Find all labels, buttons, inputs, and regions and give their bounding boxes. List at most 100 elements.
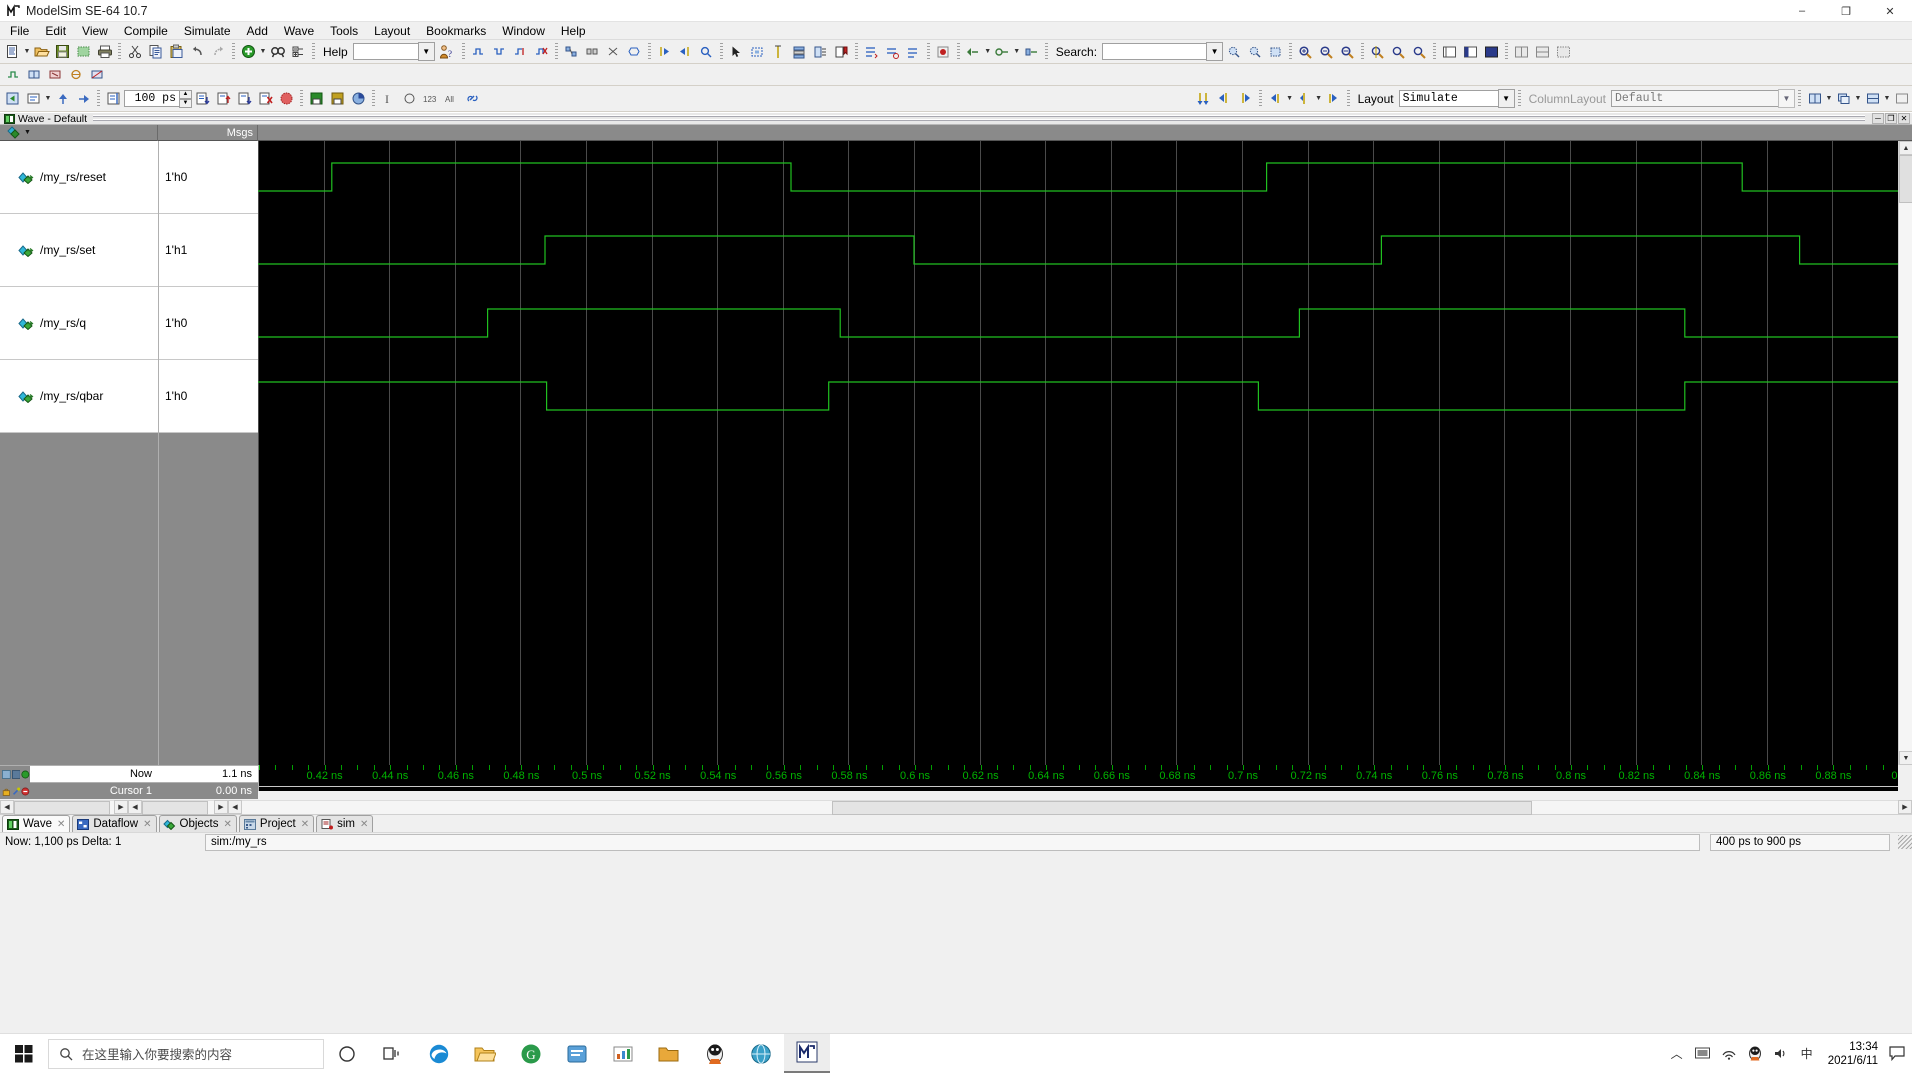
values-scroll-right-icon[interactable]: ▶ xyxy=(214,799,228,814)
tab-dataflow[interactable]: Dataflow ✕ xyxy=(72,815,157,832)
break-icon[interactable] xyxy=(255,89,276,109)
tab-close-icon[interactable]: ✕ xyxy=(301,819,309,830)
menu-item-file[interactable]: File xyxy=(2,23,37,39)
task-view-icon[interactable] xyxy=(370,1034,416,1073)
wave-align-left-icon[interactable] xyxy=(1214,89,1235,109)
wave-scroll-track[interactable] xyxy=(242,799,1898,815)
cursor-prev-icon[interactable] xyxy=(654,42,675,62)
wave-snap-mid-icon[interactable] xyxy=(1294,89,1315,109)
run-length-stepper[interactable]: ▲ ▼ xyxy=(179,89,192,108)
layout-pane-2-icon[interactable] xyxy=(1460,42,1481,62)
bus-icon[interactable] xyxy=(624,42,645,62)
cut-icon[interactable] xyxy=(124,42,145,62)
file-explorer-icon[interactable] xyxy=(462,1034,508,1073)
copy-icon[interactable] xyxy=(145,42,166,62)
paste-icon[interactable] xyxy=(166,42,187,62)
zoom-in-icon[interactable] xyxy=(1295,42,1316,62)
dataset-icon[interactable] xyxy=(306,89,327,109)
flow3-icon[interactable] xyxy=(1021,42,1042,62)
scroll-up-arrow-icon[interactable]: ▲ xyxy=(1899,141,1912,155)
stop-icon[interactable] xyxy=(276,89,297,109)
wave-compare-icon[interactable] xyxy=(789,42,810,62)
values-scroll-thumb[interactable] xyxy=(142,800,208,815)
wave-scroll-left-icon[interactable]: ◀ xyxy=(228,799,242,814)
run-config-icon[interactable] xyxy=(23,89,44,109)
menu-item-layout[interactable]: Layout xyxy=(366,23,418,39)
flow2-dropdown-icon[interactable]: ▼ xyxy=(1013,42,1021,62)
flow-dropdown-icon[interactable]: ▼ xyxy=(984,42,992,62)
wave-scroll-thumb[interactable] xyxy=(832,800,1532,815)
values-scroll-track[interactable] xyxy=(142,799,214,815)
app-blue-icon[interactable] xyxy=(554,1034,600,1073)
zoom-out-icon[interactable] xyxy=(1316,42,1337,62)
wave-delete-icon[interactable] xyxy=(531,42,552,62)
window-cascade-icon[interactable] xyxy=(1833,89,1854,109)
signal-add-icon[interactable] xyxy=(903,42,924,62)
compile-icon[interactable] xyxy=(73,42,94,62)
wave-expand-icon[interactable] xyxy=(810,42,831,62)
tab-project[interactable]: Project ✕ xyxy=(238,815,315,832)
wave-bookmark-icon[interactable] xyxy=(831,42,852,62)
close-button[interactable]: ✕ xyxy=(1868,0,1912,22)
wave-window-gripper[interactable] xyxy=(93,115,1865,122)
cursor-next-icon[interactable] xyxy=(675,42,696,62)
search-prev-icon[interactable] xyxy=(1223,42,1244,62)
add-icon[interactable] xyxy=(238,42,259,62)
taskbar-search-box[interactable]: 在这里输入你要搜索的内容 xyxy=(48,1038,324,1069)
layout-pane-1-icon[interactable] xyxy=(1439,42,1460,62)
window-tile-dropdown-icon[interactable]: ▼ xyxy=(1825,89,1833,109)
all-signals-icon[interactable]: All xyxy=(441,89,462,109)
undo-icon[interactable] xyxy=(187,42,208,62)
wave-snap-right-icon[interactable] xyxy=(1323,89,1344,109)
save-icon[interactable] xyxy=(52,42,73,62)
zoom-range-icon[interactable] xyxy=(1388,42,1409,62)
edge-icon[interactable] xyxy=(416,1034,462,1073)
wave-left-icon[interactable] xyxy=(468,42,489,62)
window-cascade-dropdown-icon[interactable]: ▼ xyxy=(1854,89,1862,109)
wave-vertical-scrollbar[interactable]: ▲ ▼ xyxy=(1898,141,1912,765)
browser-globe-icon[interactable] xyxy=(738,1034,784,1073)
wave-edit-invert-icon[interactable] xyxy=(86,65,107,85)
columnlayout-dropdown-icon[interactable]: ▼ xyxy=(1778,89,1795,108)
window-arrange-dropdown-icon[interactable]: ▼ xyxy=(1883,89,1891,109)
wave-align-down-icon[interactable] xyxy=(1193,89,1214,109)
layout-pane-3-icon[interactable] xyxy=(1481,42,1502,62)
open-folder-icon[interactable] xyxy=(31,42,52,62)
new-file-dropdown-icon[interactable]: ▼ xyxy=(23,42,31,62)
ime-icon[interactable]: 中 xyxy=(1794,1034,1820,1073)
wave-name-column-header[interactable]: ▼ xyxy=(0,124,158,141)
layout-split-1-icon[interactable] xyxy=(1511,42,1532,62)
wave-edit-delete-icon[interactable] xyxy=(44,65,65,85)
run-all-icon[interactable] xyxy=(234,89,255,109)
menu-item-tools[interactable]: Tools xyxy=(322,23,366,39)
tab-close-icon[interactable]: ✕ xyxy=(143,819,151,830)
values-scroll-left-icon[interactable]: ◀ xyxy=(128,799,142,814)
vertical-scroll-track[interactable] xyxy=(1899,203,1912,751)
snap-left-dropdown-icon[interactable]: ▼ xyxy=(1286,89,1294,109)
cortana-icon[interactable] xyxy=(324,1034,370,1073)
search-all-icon[interactable] xyxy=(1265,42,1286,62)
wave-close-button[interactable]: ✕ xyxy=(1898,113,1910,124)
flow-icon[interactable] xyxy=(963,42,984,62)
zoom-fit-icon[interactable] xyxy=(1337,42,1358,62)
ungroup-icon[interactable] xyxy=(582,42,603,62)
layout-dropdown-icon[interactable]: ▼ xyxy=(1497,89,1515,108)
tray-app-icon[interactable] xyxy=(1690,1034,1716,1073)
tab-close-icon[interactable]: ✕ xyxy=(224,819,232,830)
print-icon[interactable] xyxy=(94,42,115,62)
modelsim-taskbar-icon[interactable] xyxy=(784,1033,830,1073)
continue-run-icon[interactable] xyxy=(213,89,234,109)
breakpoint-icon[interactable] xyxy=(933,42,954,62)
window-restore-icon[interactable] xyxy=(1891,89,1912,109)
wave-scroll-right-icon[interactable]: ▶ xyxy=(1898,799,1912,814)
network-icon[interactable] xyxy=(1716,1034,1742,1073)
signal-row[interactable]: /my_rs/reset xyxy=(0,141,158,214)
tab-close-icon[interactable]: ✕ xyxy=(360,819,368,830)
tab-objects[interactable]: Objects ✕ xyxy=(158,815,237,832)
zoom-region-icon[interactable] xyxy=(747,42,768,62)
search-dropdown-icon[interactable]: ▼ xyxy=(1206,42,1224,61)
names-scroll-track[interactable] xyxy=(14,799,114,815)
wave-edit-insert-icon[interactable] xyxy=(23,65,44,85)
zoom-last-icon[interactable] xyxy=(1409,42,1430,62)
step-into-icon[interactable]: I xyxy=(378,89,399,109)
